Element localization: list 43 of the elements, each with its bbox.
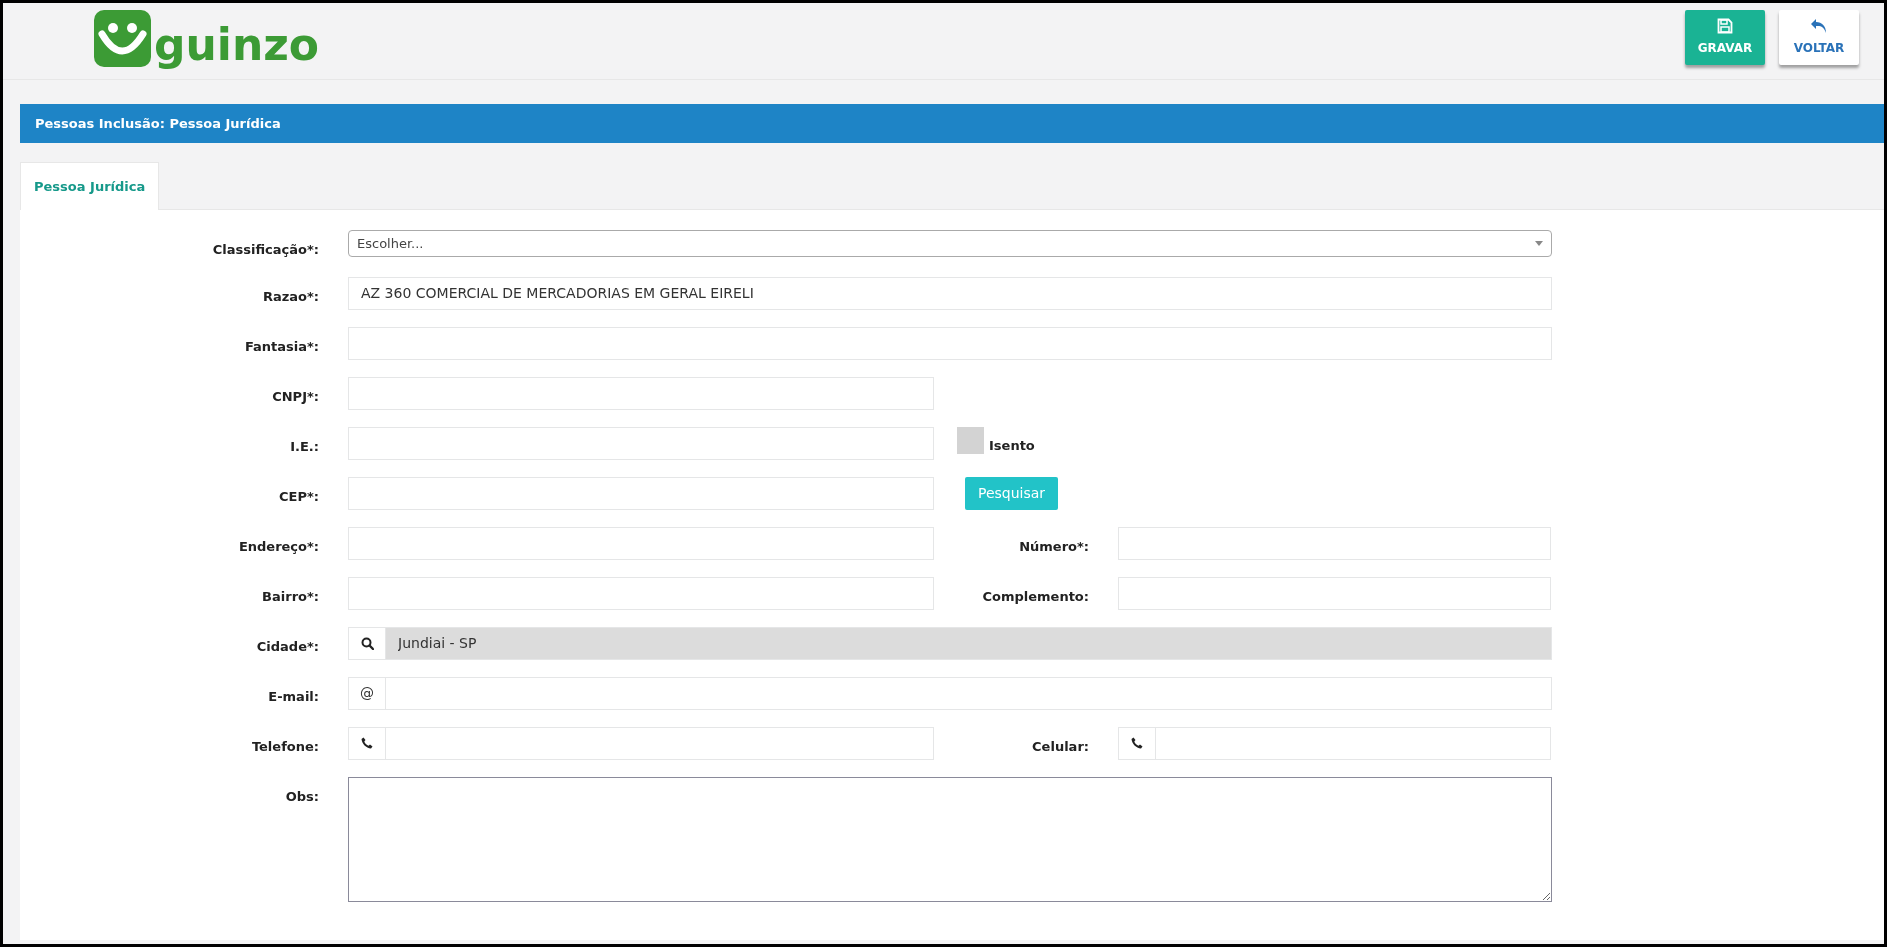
at-sign-icon: @ <box>360 682 374 704</box>
phone-icon <box>1131 737 1143 749</box>
input-field[interactable]: AZ 360 COMERCIAL DE MERCADORIAS EM GERAL EIRELI <box>348 276 1552 310</box>
field-label: Telefone: <box>251 738 319 754</box>
dropdown-caret-icon <box>1535 241 1543 246</box>
field-label: Fantasia*: <box>244 338 319 354</box>
input-field[interactable] <box>348 476 934 510</box>
field-label: Complemento: <box>982 588 1089 604</box>
phone-icon <box>361 737 373 749</box>
input-field[interactable] <box>348 326 1552 360</box>
input-field[interactable]: @ <box>348 676 1552 710</box>
input-field[interactable] <box>348 526 934 560</box>
field-label: I.E.: <box>290 438 319 454</box>
field-label: Bairro*: <box>262 588 319 604</box>
field-label: Classificação*: <box>212 242 319 257</box>
input-field[interactable] <box>1118 726 1551 760</box>
field-label: E-mail: <box>268 688 319 704</box>
input-field[interactable] <box>348 576 934 610</box>
field-label: Endereço*: <box>238 538 319 554</box>
save-icon <box>1717 18 1733 34</box>
input-field[interactable] <box>348 376 934 410</box>
input-field[interactable] <box>348 726 934 760</box>
field-label: Razao*: <box>262 288 319 304</box>
select-field[interactable]: Escolher... <box>348 230 1552 257</box>
field-label: Número*: <box>1019 538 1089 554</box>
field-label: CNPJ*: <box>272 388 319 404</box>
field-label: Cidade*: <box>256 638 319 654</box>
input-field[interactable] <box>1118 576 1551 610</box>
input-field[interactable] <box>348 426 934 460</box>
checkbox[interactable] <box>957 426 984 454</box>
field-label: Obs: <box>285 788 319 804</box>
checkbox-label: Isento <box>989 437 1035 455</box>
logo-icon <box>94 10 151 67</box>
search-icon <box>360 636 374 650</box>
back-button[interactable]: VOLTAR <box>1779 10 1859 65</box>
tab[interactable]: Pessoa Jurídica <box>20 162 160 210</box>
field-label: Celular: <box>1032 738 1089 754</box>
logo-text: guinzo <box>154 23 320 67</box>
field-label: CEP*: <box>279 488 319 504</box>
undo-arrow-icon <box>1810 18 1828 34</box>
input-field[interactable] <box>1118 526 1551 560</box>
notes-field[interactable] <box>348 776 1552 902</box>
page-title-bar: Pessoas Inclusão: Pessoa Jurídica <box>20 104 1884 143</box>
